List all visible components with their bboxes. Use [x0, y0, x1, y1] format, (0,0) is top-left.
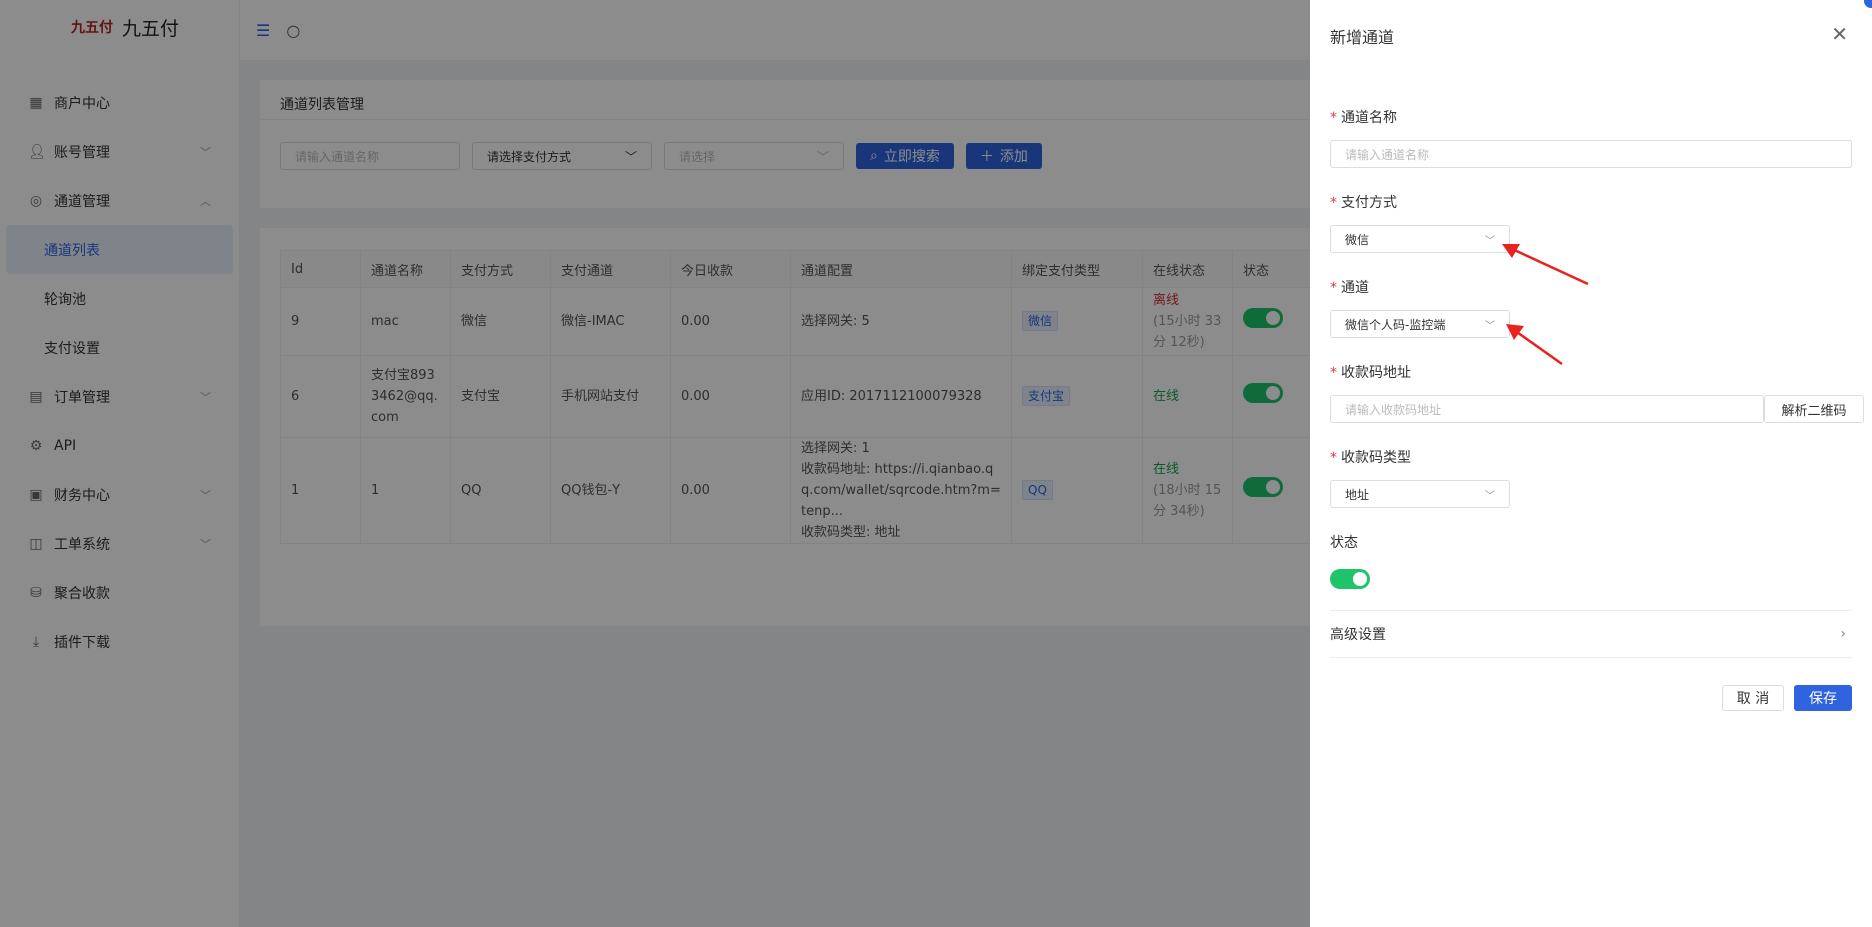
- label-text: 通道名称: [1341, 110, 1397, 126]
- save-button[interactable]: 保存: [1794, 685, 1852, 711]
- required-mark: *: [1330, 450, 1337, 466]
- required-mark: *: [1330, 280, 1337, 296]
- add-channel-drawer: 新增通道 ✕ * 通道名称 请输入通道名称 * 支付方式 微信 ﹀ * 通道 微信个人…: [1310, 0, 1872, 927]
- parse-qr-button[interactable]: 解析二维码: [1764, 395, 1864, 423]
- select-value: 微信: [1345, 232, 1370, 247]
- status-toggle[interactable]: [1330, 569, 1370, 589]
- corner-dot: [1864, 0, 1872, 8]
- pay-method-label: * 支付方式: [1330, 192, 1397, 212]
- required-mark: *: [1330, 195, 1337, 211]
- placeholder-text: 请输入收款码地址: [1345, 402, 1442, 417]
- chevron-right-icon: ›: [1840, 626, 1846, 642]
- drawer-title: 新增通道: [1330, 28, 1395, 47]
- chevron-down-icon: ﹀: [1485, 490, 1495, 502]
- drawer-backdrop[interactable]: [0, 0, 1310, 927]
- channel-label: * 通道: [1330, 277, 1369, 297]
- qr-type-label: * 收款码类型: [1330, 447, 1411, 467]
- label-text: 通道: [1341, 280, 1369, 296]
- select-value: 微信个人码-监控端: [1345, 317, 1446, 332]
- advanced-settings-row[interactable]: 高级设置 ›: [1330, 610, 1852, 658]
- placeholder-text: 请输入通道名称: [1345, 147, 1430, 162]
- channel-select[interactable]: 微信个人码-监控端 ﹀: [1330, 310, 1510, 338]
- pay-method-select[interactable]: 微信 ﹀: [1330, 225, 1510, 253]
- qr-address-label: * 收款码地址: [1330, 362, 1411, 382]
- channel-name-label: * 通道名称: [1330, 107, 1397, 127]
- qr-type-select[interactable]: 地址 ﹀: [1330, 480, 1510, 508]
- chevron-down-icon: ﹀: [1485, 235, 1495, 247]
- chevron-down-icon: ﹀: [1485, 320, 1495, 332]
- required-mark: *: [1330, 365, 1337, 381]
- label-text: 收款码地址: [1341, 365, 1411, 381]
- required-mark: *: [1330, 110, 1337, 126]
- cancel-button[interactable]: 取 消: [1722, 685, 1784, 711]
- close-icon[interactable]: ✕: [1831, 24, 1848, 44]
- advanced-settings-label: 高级设置: [1330, 627, 1386, 643]
- label-text: 支付方式: [1341, 195, 1397, 211]
- select-value: 地址: [1345, 487, 1370, 502]
- status-label: 状态: [1330, 535, 1358, 551]
- label-text: 收款码类型: [1341, 450, 1411, 466]
- qr-address-input[interactable]: 请输入收款码地址: [1330, 395, 1764, 423]
- channel-name-input[interactable]: 请输入通道名称: [1330, 140, 1852, 168]
